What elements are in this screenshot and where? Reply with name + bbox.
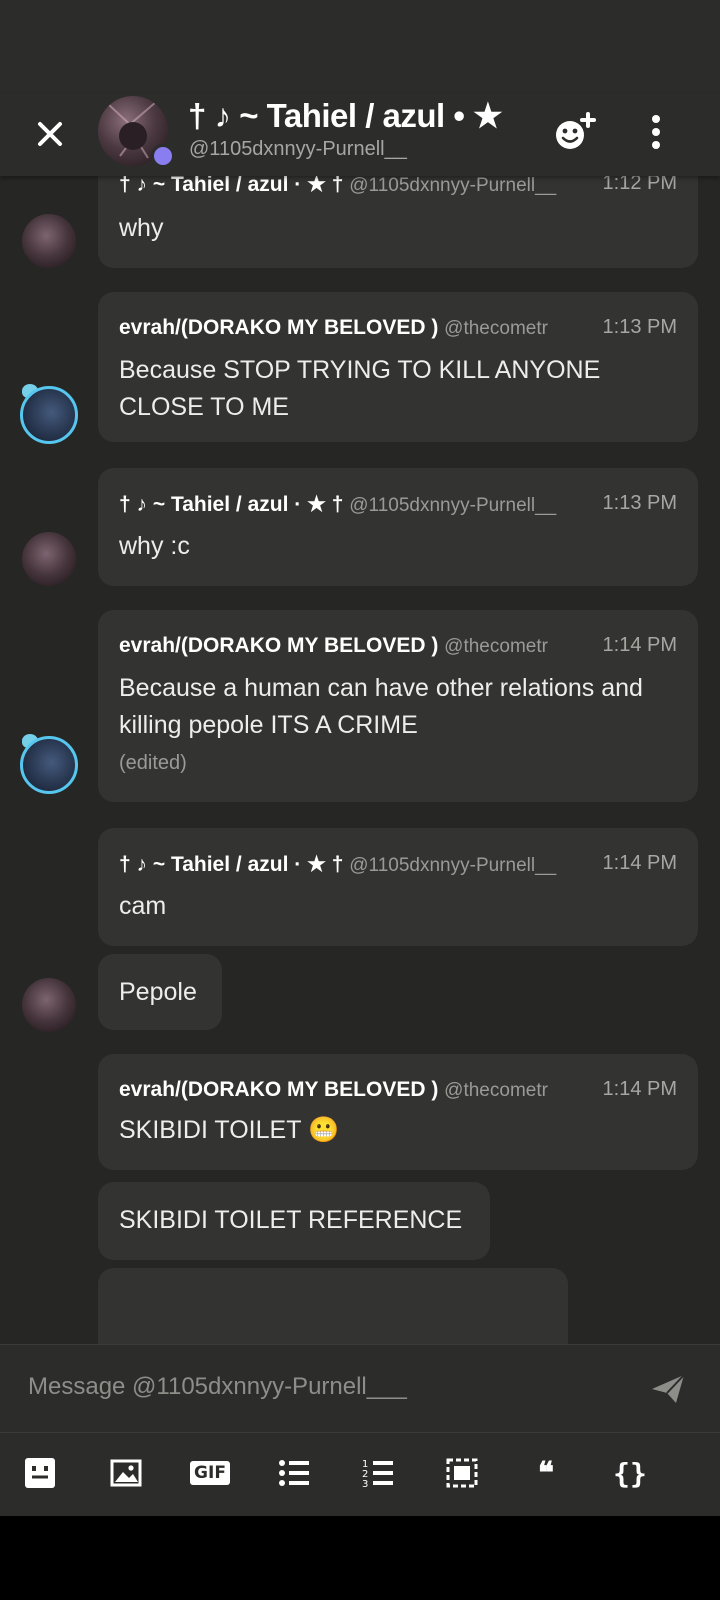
formatting-toolbar: GIF 1 2 3 ❝ {}	[0, 1432, 720, 1517]
message-time: 1:14 PM	[602, 852, 677, 874]
message-author[interactable]: † ♪ ~ Tahiel / azul · ★ †	[119, 853, 343, 876]
code-icon: {}	[613, 1456, 647, 1490]
message-input[interactable]: Message @1105dxnnyy-Purnell___	[28, 1373, 407, 1401]
message-handle: @thecometr	[444, 1080, 548, 1101]
chat-header: † ♪ ~ Tahiel / azul • ★ @1105dxnnyy-Purn…	[0, 94, 720, 176]
edited-label: (edited)	[119, 752, 187, 774]
emoji-icon	[25, 1458, 55, 1488]
message-handle: @thecometr	[444, 636, 548, 657]
spoiler-button[interactable]	[442, 1453, 482, 1493]
message-time: 1:14 PM	[602, 1078, 677, 1100]
message-bubble[interactable]: evrah/(DORAKO MY BELOVED ) @thecometr 1:…	[98, 292, 698, 442]
chat-handle: @1105dxnnyy-Purnell__	[189, 138, 407, 160]
chat-title[interactable]: † ♪ ~ Tahiel / azul • ★	[188, 96, 503, 135]
send-button[interactable]	[648, 1369, 688, 1409]
status-bar-area	[0, 0, 720, 94]
message-bubble[interactable]: † ♪ ~ Tahiel / azul · ★ † @1105dxnnyy-Pu…	[98, 828, 698, 946]
image-button[interactable]	[106, 1453, 146, 1493]
message-time: 1:13 PM	[602, 492, 677, 514]
message-bubble[interactable]: SKIBIDI TOILET REFERENCE	[98, 1182, 490, 1260]
message-text: Because STOP TRYING TO KILL ANYONE CLOSE…	[119, 356, 601, 421]
message-composer[interactable]: Message @1105dxnnyy-Purnell___	[0, 1344, 720, 1433]
code-block-button[interactable]: {}	[610, 1453, 650, 1493]
message-author[interactable]: evrah/(DORAKO MY BELOVED )	[119, 634, 438, 657]
message-handle: @thecometr	[444, 318, 548, 339]
message-bubble[interactable]: evrah/(DORAKO MY BELOVED ) @thecometr 1:…	[98, 610, 698, 802]
avatar[interactable]	[22, 214, 76, 268]
avatar[interactable]	[20, 386, 78, 444]
message-bubble[interactable]: † ♪ ~ Tahiel / azul · ★ † @1105dxnnyy-Pu…	[98, 176, 698, 268]
message-text: why :c	[119, 532, 190, 560]
message-bubble[interactable]: evrah/(DORAKO MY BELOVED ) @thecometr 1:…	[98, 1054, 698, 1170]
message-time: 1:13 PM	[602, 316, 677, 338]
add-reaction-button[interactable]	[550, 108, 598, 156]
more-vertical-icon	[652, 115, 660, 149]
bulleted-list-button[interactable]	[274, 1453, 314, 1493]
message-text: Pepole	[119, 978, 197, 1006]
message-list[interactable]: † ♪ ~ Tahiel / azul · ★ † @1105dxnnyy-Pu…	[0, 176, 720, 1344]
bulleted-list-icon	[279, 1460, 309, 1486]
emoji-button[interactable]	[20, 1453, 60, 1493]
spoiler-icon	[446, 1458, 478, 1488]
message-text: Because a human can have other relations…	[119, 674, 643, 739]
avatar[interactable]	[20, 736, 78, 794]
numbered-list-icon: 1 2 3	[362, 1459, 393, 1490]
presence-indicator	[151, 144, 175, 168]
message-time: 1:12 PM	[602, 176, 677, 194]
system-navigation-bar	[0, 1516, 720, 1600]
send-icon	[652, 1374, 685, 1403]
message-text: cam	[119, 892, 167, 920]
message-text: SKIBIDI TOILET REFERENCE	[119, 1206, 463, 1234]
gif-button[interactable]: GIF	[190, 1453, 230, 1493]
gif-icon: GIF	[190, 1461, 230, 1485]
svg-text:3: 3	[362, 1479, 368, 1490]
more-options-button[interactable]	[638, 108, 674, 156]
avatar[interactable]	[22, 532, 76, 586]
message-bubble[interactable]: Pepole	[98, 954, 222, 1030]
message-handle: @1105dxnnyy-Purnell__	[349, 495, 557, 516]
message-bubble[interactable]: † ♪ ~ Tahiel / azul · ★ † @1105dxnnyy-Pu…	[98, 468, 698, 586]
message-time: 1:14 PM	[602, 634, 677, 656]
message-handle: @1105dxnnyy-Purnell__	[349, 176, 557, 196]
numbered-list-button[interactable]: 1 2 3	[358, 1453, 398, 1493]
avatar[interactable]	[22, 978, 76, 1032]
quote-button[interactable]: ❝	[526, 1453, 566, 1493]
close-button[interactable]	[28, 112, 72, 156]
message-text: SKIBIDI TOILET 😬	[119, 1116, 340, 1144]
close-icon	[38, 122, 62, 146]
message-author[interactable]: † ♪ ~ Tahiel / azul · ★ †	[119, 493, 343, 516]
message-author[interactable]: † ♪ ~ Tahiel / azul · ★ †	[119, 176, 343, 196]
message-handle: @1105dxnnyy-Purnell__	[349, 855, 557, 876]
message-bubble[interactable]	[98, 1268, 568, 1344]
message-author[interactable]: evrah/(DORAKO MY BELOVED )	[119, 316, 438, 339]
quote-icon: ❝	[537, 1455, 555, 1491]
image-icon	[110, 1459, 142, 1487]
message-author[interactable]: evrah/(DORAKO MY BELOVED )	[119, 1078, 438, 1101]
message-text: why	[119, 214, 164, 242]
emoji-add-icon	[556, 112, 596, 149]
